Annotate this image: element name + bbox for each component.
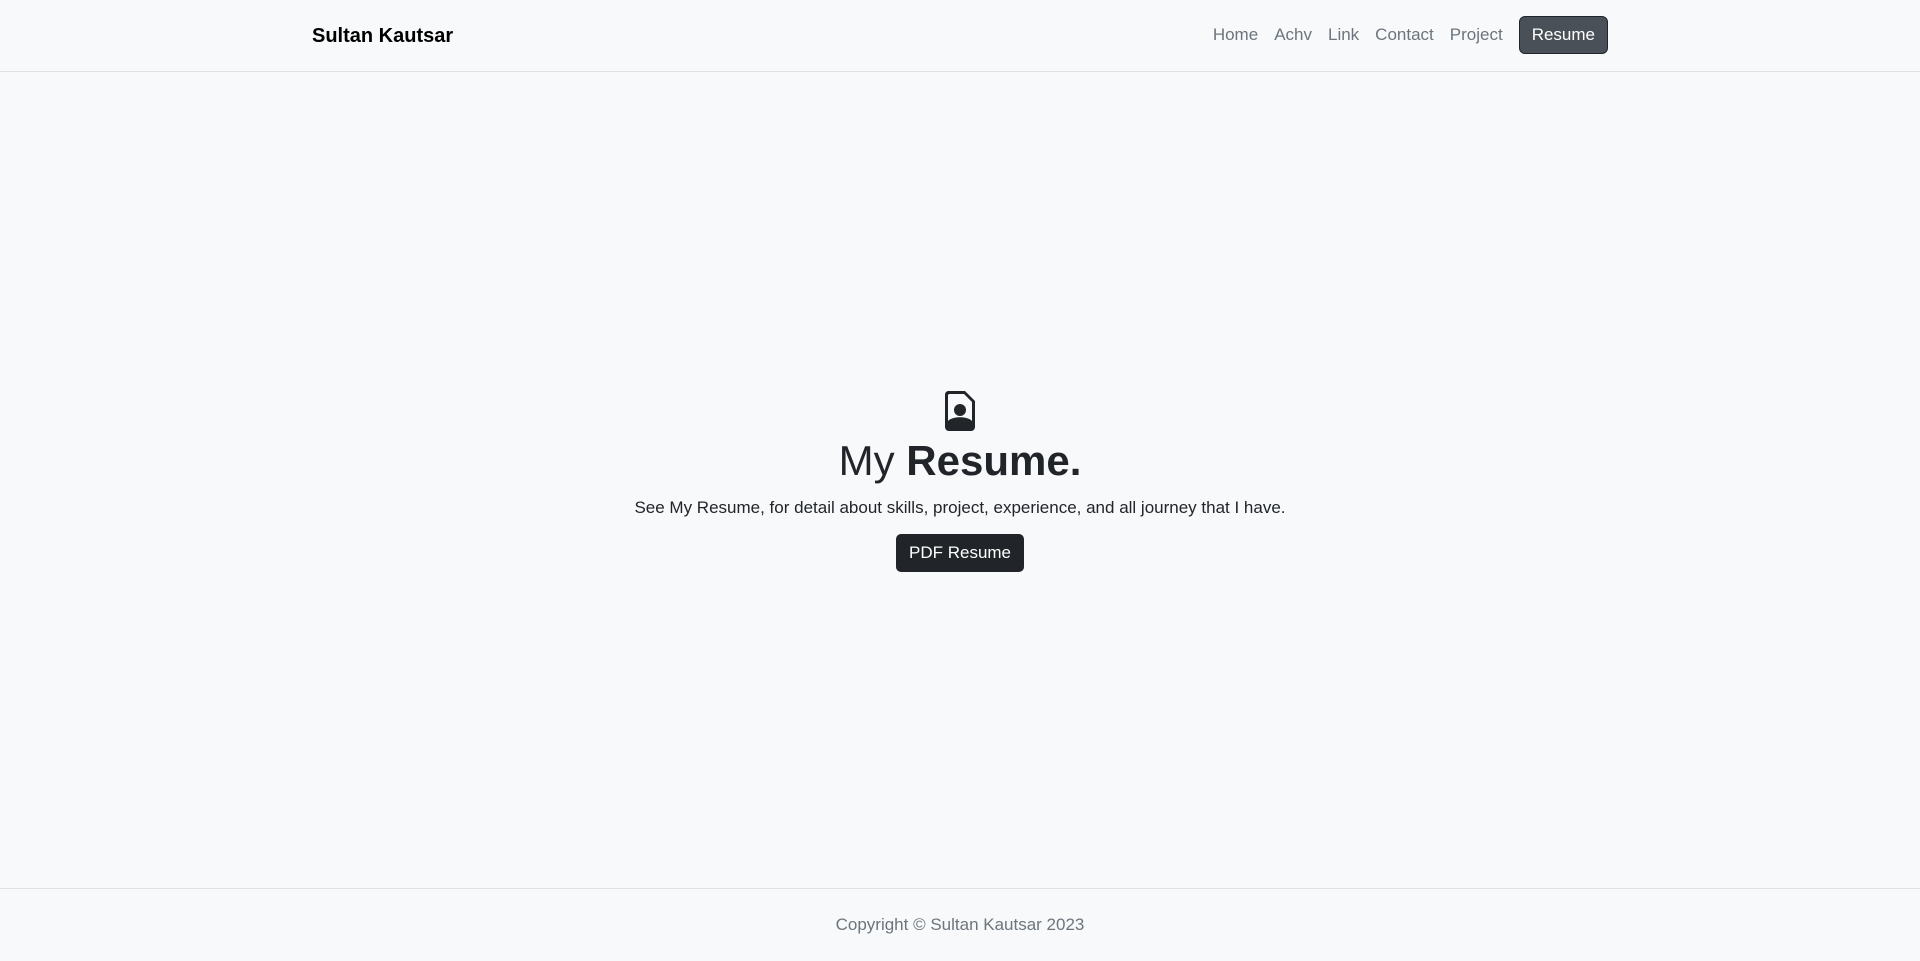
footer: Copyright © Sultan Kautsar 2023: [0, 888, 1920, 961]
footer-copyright: Copyright © Sultan Kautsar 2023: [835, 915, 1085, 934]
navbar: Sultan Kautsar Home Achv Link Contact Pr…: [0, 0, 1920, 72]
pdf-resume-button[interactable]: PDF Resume: [895, 534, 1025, 572]
nav-menu: Home Achv Link Contact Project Resume: [1205, 16, 1608, 54]
resume-nav-button[interactable]: Resume: [1518, 16, 1608, 54]
hero-title-light: My: [838, 437, 895, 484]
nav-link-achv[interactable]: Achv: [1266, 25, 1320, 45]
hero-title-bold: Resume.: [906, 437, 1082, 484]
nav-link-contact[interactable]: Contact: [1367, 25, 1442, 45]
brand-link[interactable]: Sultan Kautsar: [312, 0, 453, 72]
nav-link-home[interactable]: Home: [1205, 25, 1266, 45]
nav-link-link[interactable]: Link: [1320, 25, 1367, 45]
file-person-icon: [944, 391, 975, 431]
hero-title: My Resume.: [0, 436, 1920, 486]
hero-section: My Resume. See My Resume, for detail abo…: [0, 390, 1920, 572]
hero-subtitle: See My Resume, for detail about skills, …: [634, 498, 1286, 517]
nav-link-project[interactable]: Project: [1442, 25, 1511, 45]
